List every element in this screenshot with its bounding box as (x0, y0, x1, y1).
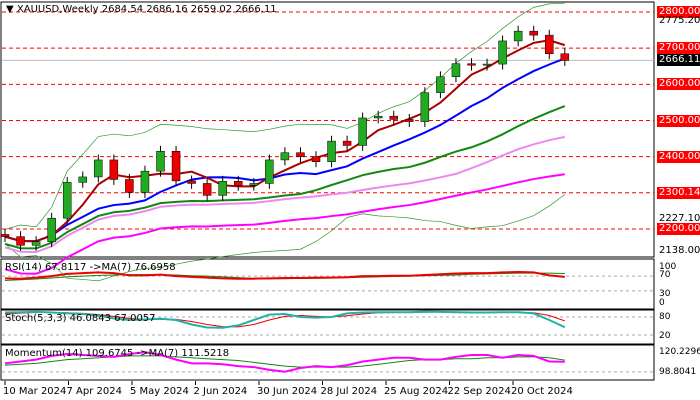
date-label: 25 Aug 2024 (384, 386, 449, 397)
level-price-label: 2400.00 (657, 150, 700, 163)
price-scale-label: 2227.10 (659, 213, 700, 225)
candle-body (358, 117, 367, 146)
candle-body (451, 63, 461, 77)
candle-body (280, 152, 290, 161)
momentum-scale-high: 120.2296 (659, 347, 700, 357)
candle-body (265, 159, 274, 184)
candle-body (202, 183, 212, 196)
candle-body (498, 40, 507, 65)
momentum-scale-low: 98.8041 (659, 367, 697, 377)
level-price-label: 2300.14 (657, 186, 700, 199)
date-label: 20 Oct 2024 (511, 386, 573, 397)
candle-body (513, 30, 523, 42)
date-label: 2 Jun 2024 (193, 386, 248, 397)
ma-20-line (4, 105, 566, 250)
candle-body (234, 181, 243, 186)
rsi-ma-line (4, 272, 565, 282)
candle-body (125, 179, 134, 193)
candle-body (94, 159, 103, 178)
candle-body (373, 115, 383, 119)
price-scale-label: 2138.00 (659, 245, 700, 257)
candle-body (171, 151, 181, 182)
rsi-label: RSI(14) 67.8117 ->MA(7) 76.6958 (5, 262, 176, 273)
candle-body (311, 156, 321, 162)
candle-body (405, 119, 414, 122)
candle-body (47, 217, 56, 242)
date-label: 22 Sep 2024 (447, 386, 511, 397)
candle-body (78, 176, 87, 183)
ma-5-line (4, 39, 566, 243)
date-label: 10 Mar 2024 (3, 386, 67, 397)
level-price-label: 2700.00 (657, 42, 700, 55)
symbol: XAUUSD,Weekly (16, 4, 99, 15)
ohlc-values: 2684.54 2686.16 2659.02 2666.11 (101, 4, 277, 15)
candle-body (218, 181, 227, 196)
price-scale-label: 2775.20 (659, 14, 700, 26)
candle-body (16, 236, 25, 246)
candle-body (249, 183, 259, 186)
rsi-scale-0: 0 (659, 298, 665, 308)
candle-body (342, 140, 352, 146)
candle-body (529, 30, 538, 36)
candle-body (187, 180, 196, 184)
stoch-scale-20: 20 (659, 331, 671, 341)
chart-title: ▼ XAUUSD,Weekly 2684.54 2686.16 2659.02 … (6, 4, 277, 15)
level-price-label: 2500.00 (657, 114, 700, 127)
stoch-label: Stoch(5,3,3) 46.0843 67.0057 (5, 313, 156, 324)
candle-body (140, 170, 150, 193)
candle-body (31, 241, 41, 246)
candle-body (436, 76, 445, 93)
candle-body (296, 152, 305, 157)
candle-body (327, 140, 336, 162)
candle-body (109, 159, 119, 180)
date-label: 7 Apr 2024 (66, 386, 122, 397)
candle-body (560, 53, 570, 61)
candle-body (0, 234, 10, 237)
candle-body (420, 92, 430, 122)
date-label: 30 Jun 2024 (257, 386, 318, 397)
rsi-scale-70: 70 (659, 270, 671, 280)
candle-body (545, 34, 554, 55)
candle-body (62, 182, 72, 219)
date-label: 28 Jul 2024 (320, 386, 378, 397)
candle-body (482, 63, 492, 66)
momentum-label: Momentum(14) 109.6745 ->MA(7) 111.5218 (5, 348, 230, 359)
candle-body (156, 151, 165, 172)
date-label: 5 May 2024 (130, 386, 189, 397)
level-price-label: 2600.00 (657, 78, 700, 91)
candle-body (467, 63, 476, 66)
current-price-label: 2666.11 (657, 54, 700, 67)
candle-body (389, 115, 398, 120)
stoch-scale-80: 80 (659, 312, 671, 322)
price-chart (0, 1, 655, 385)
